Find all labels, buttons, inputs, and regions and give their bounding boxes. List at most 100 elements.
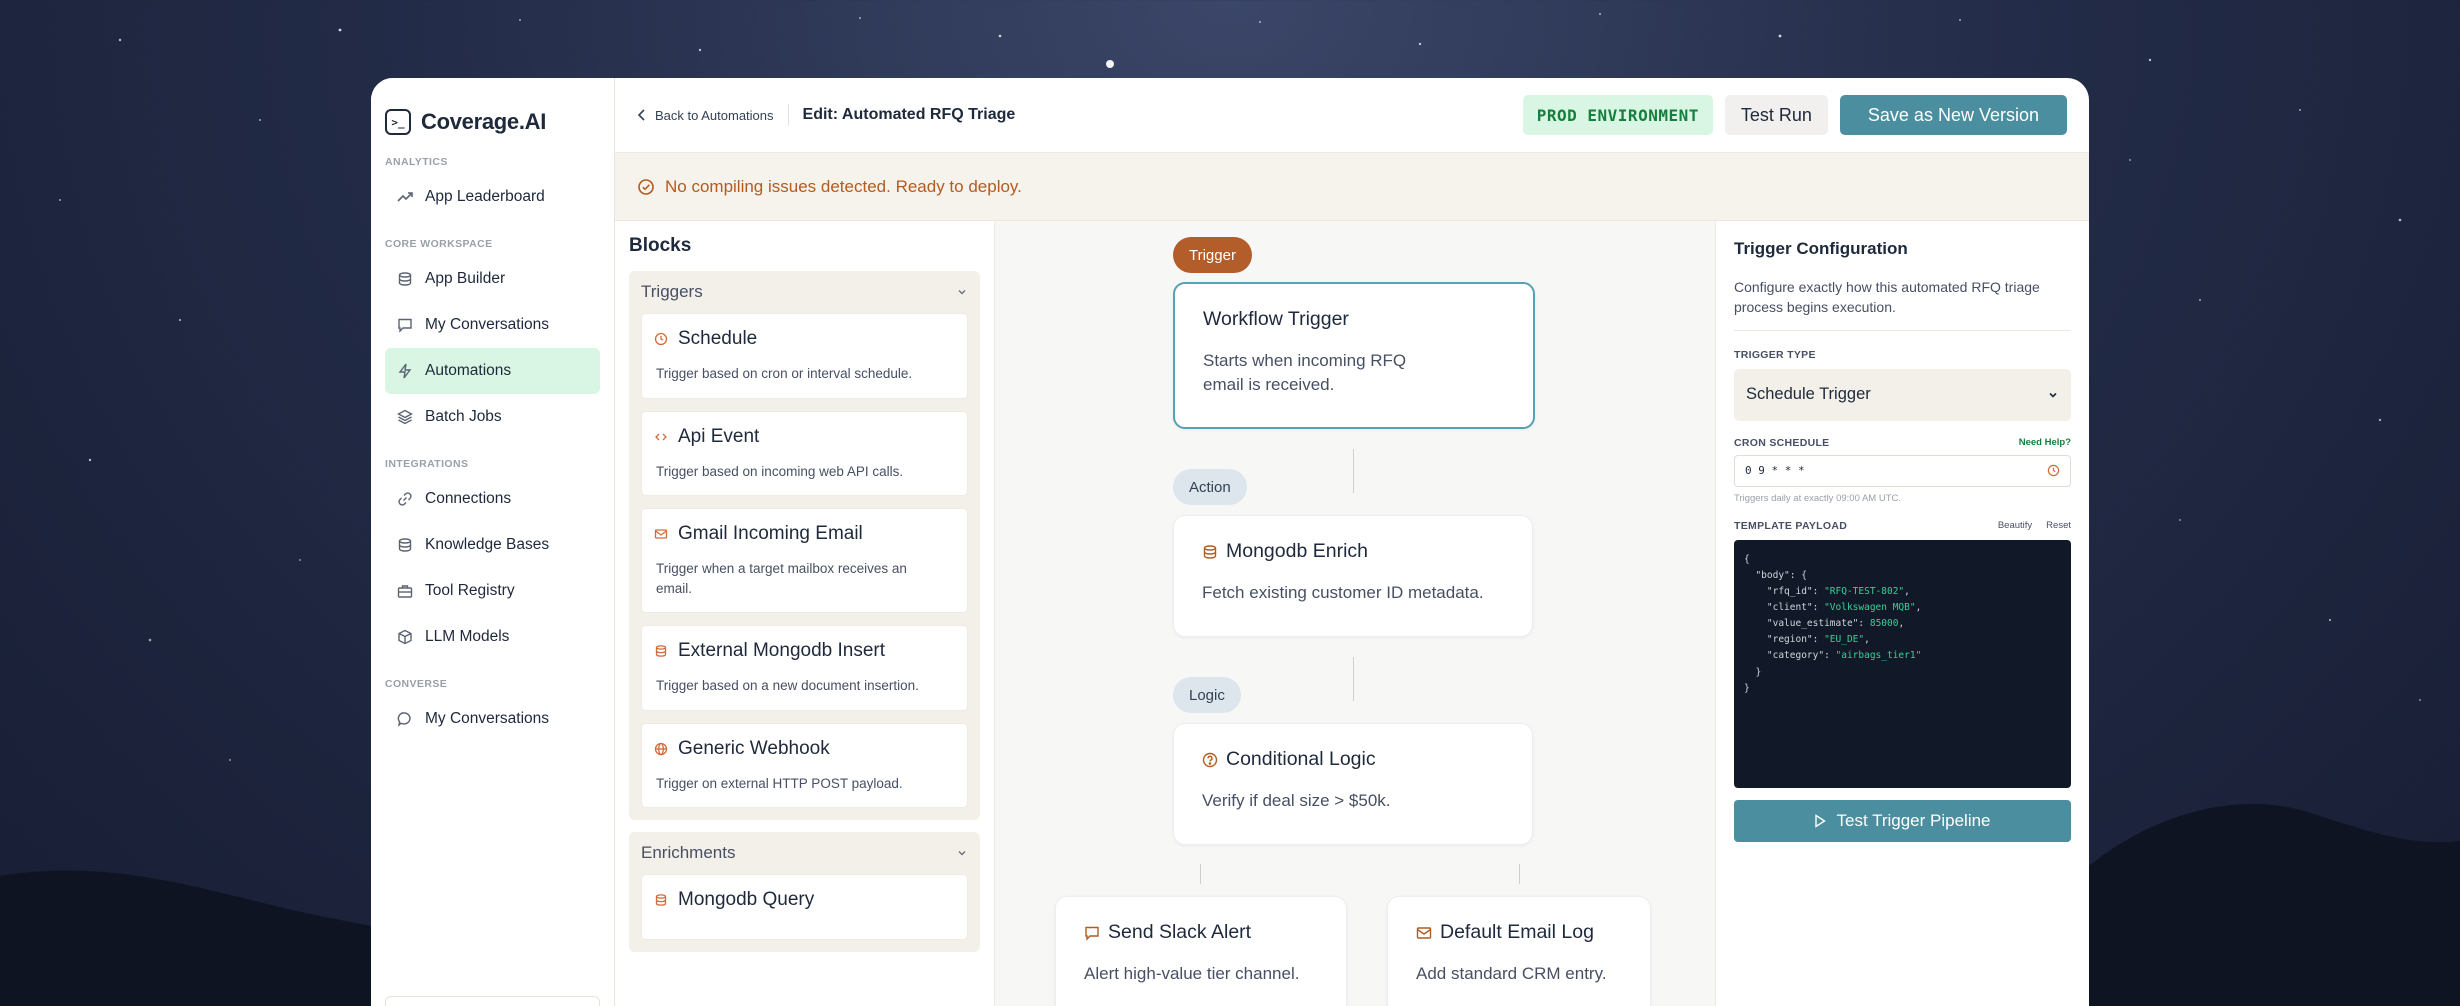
group-label: Triggers — [641, 282, 703, 301]
database-icon — [655, 645, 667, 658]
database-icon — [655, 894, 667, 907]
block-gmail-incoming-email[interactable]: Gmail Incoming Email Trigger when a targ… — [641, 508, 968, 614]
banner-message: No compiling issues detected. Ready to d… — [665, 176, 1022, 196]
sidebar-item-my-conversations[interactable]: My Conversations — [385, 302, 600, 348]
trigger-type-select[interactable]: Schedule Trigger — [1734, 368, 2071, 421]
node-description: Alert high-value tier channel. — [1084, 964, 1300, 983]
tag-logic: Logic — [1173, 677, 1241, 713]
user-chip[interactable]: global_superadmin — [385, 996, 600, 1006]
trigger-type-value: Schedule Trigger — [1746, 385, 1871, 404]
payload-value-estimate: 85000 — [1869, 618, 1899, 630]
clock-icon — [2047, 464, 2060, 477]
block-external-mongodb-insert[interactable]: External Mongodb Insert Trigger based on… — [641, 625, 968, 711]
test-pipeline-label: Test Trigger Pipeline — [1836, 810, 1991, 830]
editor-content: Blocks Triggers Schedule Trigger based o… — [615, 221, 2089, 1006]
help-circle-icon — [1202, 752, 1218, 767]
connector-line — [1353, 449, 1354, 493]
database-icon — [397, 271, 413, 287]
check-circle-icon — [638, 178, 654, 195]
node-send-slack-alert[interactable]: Send Slack Alert Alert high-value tier c… — [1055, 896, 1347, 1006]
node-description: Add standard CRM entry. — [1416, 964, 1607, 983]
node-conditional-logic[interactable]: Conditional Logic Verify if deal size > … — [1173, 723, 1533, 845]
cron-schedule-label: CRON SCHEDULE — [1734, 436, 1830, 449]
block-api-event[interactable]: Api Event Trigger based on incoming web … — [641, 410, 968, 497]
trigger-config-panel: Trigger Configuration Configure exactly … — [1715, 221, 2089, 1006]
sidebar-item-tool-registry[interactable]: Tool Registry — [385, 568, 600, 614]
chat-round-icon — [397, 711, 413, 727]
connector-line — [1519, 864, 1520, 884]
sidebar-item-label: Batch Jobs — [425, 408, 502, 425]
chevron-down-icon — [958, 290, 966, 295]
sidebar-item-label: Knowledge Bases — [425, 536, 550, 553]
blocks-panel: Blocks Triggers Schedule Trigger based o… — [615, 221, 995, 1006]
chevron-down-icon — [958, 851, 966, 856]
block-name: Api Event — [678, 425, 760, 447]
beautify-button[interactable]: Beautify — [1998, 520, 2032, 531]
sidebar-item-automations[interactable]: Automations — [385, 348, 600, 394]
block-group-triggers: Triggers Schedule Trigger based on cron … — [629, 271, 980, 821]
back-to-automations-link[interactable]: Back to Automations — [637, 108, 774, 123]
play-icon — [1815, 813, 1827, 828]
sidebar: >_ Coverage.AI ANALYTICS App Leaderboard… — [371, 78, 615, 1006]
sidebar-item-label: My Conversations — [425, 316, 550, 333]
sidebar-item-knowledge-bases[interactable]: Knowledge Bases — [385, 522, 600, 568]
app-window: >_ Coverage.AI ANALYTICS App Leaderboard… — [371, 78, 2089, 1006]
divider — [787, 104, 789, 126]
node-title: Conditional Logic — [1226, 748, 1376, 770]
code-icon — [655, 433, 667, 441]
reset-button[interactable]: Reset — [2046, 520, 2071, 531]
back-label: Back to Automations — [655, 107, 774, 123]
workflow-canvas[interactable]: Trigger Workflow Trigger Starts when inc… — [995, 221, 1715, 1006]
terminal-icon: >_ — [385, 109, 411, 135]
sidebar-item-connections[interactable]: Connections — [385, 476, 600, 522]
environment-badge: PROD ENVIRONMENT — [1522, 95, 1713, 135]
brand[interactable]: >_ Coverage.AI — [371, 78, 614, 144]
cron-schedule-input[interactable]: 0 9 * * * — [1734, 454, 2071, 487]
block-name: External Mongodb Insert — [678, 640, 886, 662]
block-name: Mongodb Query — [678, 889, 815, 911]
cron-value: 0 9 * * * — [1745, 464, 1805, 478]
link-icon — [397, 491, 413, 507]
node-description: Fetch existing customer ID metadata. — [1202, 583, 1484, 602]
block-mongodb-query[interactable]: Mongodb Query — [641, 874, 968, 941]
sidebar-item-app-leaderboard[interactable]: App Leaderboard — [385, 174, 600, 220]
nav-section-converse: CONVERSE — [385, 678, 448, 690]
sidebar-item-label: My Conversations — [425, 710, 550, 727]
mail-icon — [1416, 926, 1432, 939]
node-title: Mongodb Enrich — [1226, 540, 1369, 562]
node-mongodb-enrich[interactable]: Mongodb Enrich Fetch existing customer I… — [1173, 515, 1533, 637]
sidebar-item-llm-models[interactable]: LLM Models — [385, 614, 600, 660]
need-help-link[interactable]: Need Help? — [2019, 437, 2071, 448]
block-description: Trigger when a target mailbox receives a… — [656, 561, 907, 596]
payload-region: "EU_DE" — [1824, 634, 1865, 646]
sidebar-item-batch-jobs[interactable]: Batch Jobs — [385, 394, 600, 440]
test-run-button[interactable]: Test Run — [1724, 95, 1828, 135]
blocks-title: Blocks — [629, 235, 692, 256]
group-header-enrichments[interactable]: Enrichments — [641, 832, 968, 874]
globe-icon — [654, 742, 668, 755]
block-generic-webhook[interactable]: Generic Webhook Trigger on external HTTP… — [641, 722, 968, 809]
node-description: Verify if deal size > $50k. — [1202, 791, 1391, 810]
node-workflow-trigger[interactable]: Workflow Trigger Starts when incoming RF… — [1173, 282, 1535, 429]
sidebar-item-label: App Leaderboard — [425, 188, 545, 205]
node-title: Default Email Log — [1440, 921, 1594, 943]
sidebar-item-converse-conversations[interactable]: My Conversations — [385, 696, 600, 742]
sidebar-item-label: Tool Registry — [425, 582, 515, 599]
brand-name: Coverage.AI — [421, 109, 547, 134]
nav-section-analytics: ANALYTICS — [385, 156, 448, 168]
tag-action: Action — [1173, 469, 1247, 505]
sidebar-item-label: Automations — [425, 362, 512, 379]
sidebar-item-app-builder[interactable]: App Builder — [385, 256, 600, 302]
trigger-type-label: TRIGGER TYPE — [1734, 348, 1816, 361]
save-new-version-button[interactable]: Save as New Version — [1839, 95, 2067, 135]
payload-editor[interactable]: { "body": { "rfq_id": "RFQ-TEST-802", "c… — [1734, 539, 2071, 788]
toolbox-icon — [397, 583, 413, 599]
group-header-triggers[interactable]: Triggers — [641, 271, 968, 313]
payload-category: "airbags_tier1" — [1835, 650, 1922, 662]
node-default-email-log[interactable]: Default Email Log Add standard CRM entry… — [1387, 896, 1651, 1006]
node-title: Send Slack Alert — [1108, 921, 1252, 943]
status-banner: No compiling issues detected. Ready to d… — [615, 153, 2089, 221]
block-schedule[interactable]: Schedule Trigger based on cron or interv… — [641, 313, 968, 399]
test-trigger-pipeline-button[interactable]: Test Trigger Pipeline — [1734, 799, 2071, 842]
sidebar-item-label: Connections — [425, 490, 512, 507]
